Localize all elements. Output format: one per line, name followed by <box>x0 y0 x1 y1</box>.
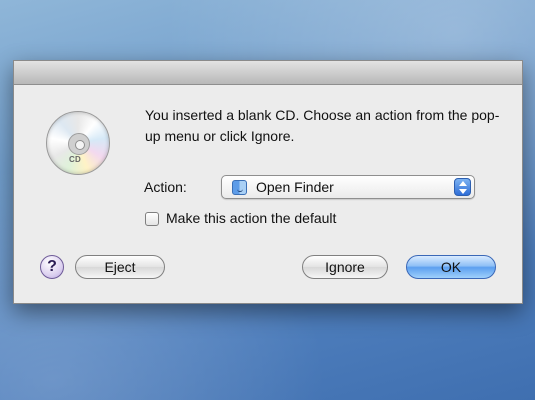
finder-icon <box>232 180 247 195</box>
default-action-checkbox[interactable] <box>145 212 159 226</box>
eject-button[interactable]: Eject <box>75 255 165 279</box>
action-selected-value: Open Finder <box>256 179 334 195</box>
action-label: Action: <box>144 179 187 195</box>
help-button[interactable]: ? <box>40 255 64 279</box>
blank-cd-icon: CD <box>46 111 110 175</box>
dialog-message: You inserted a blank CD. Choose an actio… <box>145 107 500 144</box>
ignore-button[interactable]: Ignore <box>302 255 388 279</box>
cd-hub-ring <box>68 133 90 155</box>
dialog-titlebar[interactable] <box>14 61 522 85</box>
popup-arrows-icon[interactable] <box>454 178 471 196</box>
action-popup-menu[interactable]: Open Finder <box>221 175 475 199</box>
ok-button[interactable]: OK <box>406 255 496 279</box>
default-action-checkbox-label[interactable]: Make this action the default <box>166 210 336 226</box>
cd-icon-label: CD <box>69 155 81 164</box>
cd-center-hole <box>75 140 85 150</box>
blank-cd-dialog: CD You inserted a blank CD. Choose an ac… <box>13 60 523 304</box>
